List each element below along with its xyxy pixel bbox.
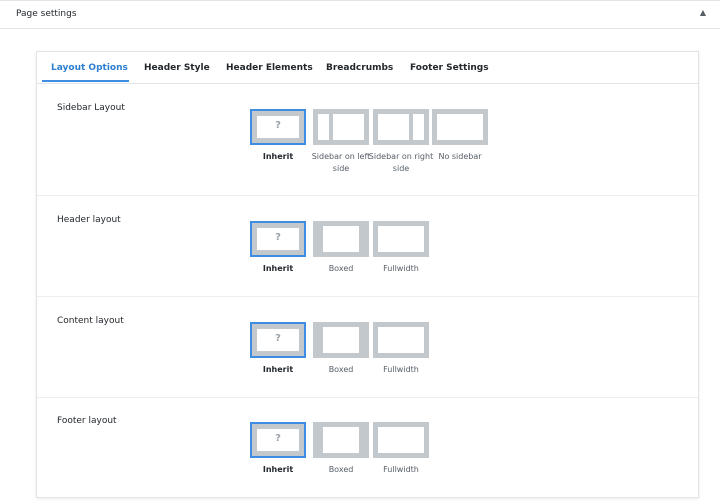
header-layout-label: Header layout bbox=[57, 215, 121, 225]
header-layout-row: Header layout ? Inherit Boxed Fullwidth bbox=[37, 196, 698, 297]
option-label: Inherit bbox=[262, 152, 294, 161]
inherit-layout-icon: ? bbox=[250, 422, 306, 458]
option-label: Fullwidth bbox=[383, 365, 419, 374]
tab-header-elements[interactable]: Header Elements bbox=[226, 63, 313, 73]
content-layout-label: Content layout bbox=[57, 316, 124, 326]
sidebar-right-layout-icon bbox=[373, 109, 429, 145]
fullwidth-layout-icon bbox=[373, 322, 429, 358]
metabox-header[interactable]: Page settings ▲ bbox=[0, 1, 720, 29]
no-sidebar-layout-icon bbox=[432, 109, 488, 145]
option-label: Boxed bbox=[328, 264, 354, 273]
active-tab-indicator bbox=[42, 80, 129, 82]
sidebar-left-layout-icon bbox=[313, 109, 369, 145]
footer-layout-label: Footer layout bbox=[57, 416, 117, 426]
tab-breadcrumbs[interactable]: Breadcrumbs bbox=[326, 63, 393, 73]
option-label: Sidebar on left side bbox=[311, 152, 371, 173]
fullwidth-layout-icon bbox=[373, 221, 429, 257]
metabox-title: Page settings bbox=[16, 9, 77, 19]
sidebar-layout-row: Sidebar Layout ? Inherit Sidebar on left… bbox=[37, 84, 698, 196]
option-label: Fullwidth bbox=[383, 465, 419, 474]
option-label: No sidebar bbox=[438, 152, 482, 161]
content-layout-row: Content layout ? Inherit Boxed Fullwidth bbox=[37, 297, 698, 398]
boxed-layout-icon bbox=[313, 221, 369, 257]
option-label: Inherit bbox=[262, 264, 294, 273]
option-label: Boxed bbox=[328, 465, 354, 474]
boxed-layout-icon bbox=[313, 322, 369, 358]
inherit-layout-icon: ? bbox=[250, 109, 306, 145]
option-label: Fullwidth bbox=[383, 264, 419, 273]
inherit-layout-icon: ? bbox=[250, 221, 306, 257]
page-settings-metabox: Page settings ▲ Layout Options Header St… bbox=[0, 0, 720, 501]
tab-footer-settings[interactable]: Footer Settings bbox=[410, 63, 489, 73]
inherit-layout-icon: ? bbox=[250, 322, 306, 358]
footer-layout-row: Footer layout ? Inherit Boxed Fullwidth bbox=[37, 397, 698, 496]
boxed-layout-icon bbox=[313, 422, 369, 458]
option-label: Sidebar on right side bbox=[368, 152, 434, 173]
tab-bar: Layout Options Header Style Header Eleme… bbox=[37, 52, 698, 84]
settings-panel: Layout Options Header Style Header Eleme… bbox=[36, 51, 699, 498]
caret-up-icon[interactable]: ▲ bbox=[698, 8, 708, 18]
option-label: Boxed bbox=[328, 365, 354, 374]
fullwidth-layout-icon bbox=[373, 422, 429, 458]
option-label: Inherit bbox=[262, 465, 294, 474]
sidebar-layout-label: Sidebar Layout bbox=[57, 103, 125, 113]
option-label: Inherit bbox=[262, 365, 294, 374]
tab-header-style[interactable]: Header Style bbox=[144, 63, 210, 73]
tab-layout-options[interactable]: Layout Options bbox=[51, 63, 128, 73]
